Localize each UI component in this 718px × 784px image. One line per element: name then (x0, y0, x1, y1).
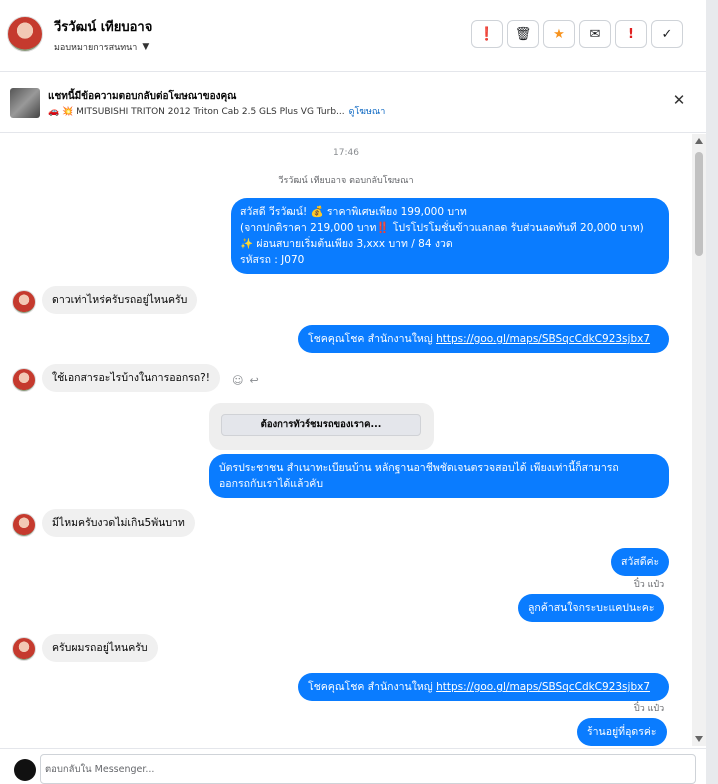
assign-label: มอบหมายการสนทนา (54, 43, 138, 53)
contact-avatar-small (12, 513, 36, 537)
trash-icon: 🗑 (514, 26, 532, 42)
sender-name: ปิ๋ว แป๋ว (634, 704, 665, 714)
docs-line: บัตรประชาชน สำเนาทะเบียนบ้าน หลักฐานอาชี… (219, 462, 619, 474)
assign-conversation-dropdown[interactable]: มอบหมายการสนทนา ▼ (54, 40, 149, 54)
incoming-message: ครับผมรถอยู่ไหนครับ (42, 634, 158, 662)
contact-avatar[interactable] (7, 16, 43, 52)
window-edge (706, 0, 718, 784)
promo-message: สวัสดี วีรวัฒน์! 💰 ราคาพิเศษเพียง 199,00… (231, 198, 669, 274)
message-thread: 17:46 วีรวัฒน์ เทียบอาจ ตอบกลับโฆษณา สวั… (0, 134, 692, 746)
reply-input[interactable] (41, 755, 695, 783)
outgoing-message: บัตรประชาชน สำเนาทะเบียนบ้าน หลักฐานอาชี… (209, 454, 669, 498)
quick-reply-button[interactable]: ต้องการทัวร์ชมรถของเราค... (221, 414, 421, 436)
incoming-message: ใช้เอกสารอะไรบ้างในการออกรถ?! (42, 364, 220, 392)
check-icon: ✓ (661, 26, 673, 42)
promo-line: ✨ ผ่อนสบายเริ่มต้นเพียง 3,xxx บาท / 84 ง… (240, 238, 453, 250)
timestamp: 17:46 (333, 148, 359, 158)
ad-reply-banner: แชทนี้มีข้อความตอบกลับต่อโฆษณาของคุณ 🚗 💥… (0, 73, 706, 133)
outgoing-location-message: โชคคุณโชค สำนักงานใหญ่ https://goo.gl/ma… (298, 673, 669, 701)
quick-reply-card: ต้องการทัวร์ชมรถของเราค... (209, 403, 434, 450)
mark-unread-button[interactable]: ✉ (579, 20, 611, 48)
message-actions: ☺ ↩ (232, 374, 259, 387)
mark-unread-icon: ✉ (589, 26, 601, 42)
mark-done-button[interactable]: ✓ (651, 20, 683, 48)
contact-avatar-small (12, 637, 36, 661)
docs-line: ออกรถกับเราได้แล้วคับ (219, 478, 324, 490)
alert-circle-icon: ❗ (478, 26, 496, 42)
close-icon[interactable]: ✕ (669, 90, 689, 110)
react-smile-icon[interactable]: ☺ (232, 374, 243, 387)
chat-scrollbar[interactable] (692, 134, 706, 746)
location-text: โชคคุณโชค สำนักงานใหญ่ (308, 333, 437, 345)
incoming-message: มีไหมครับงวดไม่เกิน5พันบาท (42, 509, 195, 537)
promo-line: รหัสรถ : J070 (240, 254, 305, 266)
promo-line: สวัสดี วีรวัฒน์! 💰 ราคาพิเศษเพียง 199,00… (240, 206, 467, 218)
star-icon: ★ (553, 26, 565, 42)
header-actions: ❗ 🗑 ★ ✉ ! ✓ (471, 20, 683, 48)
outgoing-message: ร้านอยู่ที่อุดรค่ะ (577, 718, 667, 746)
reply-icon[interactable]: ↩ (249, 374, 258, 387)
incoming-message: ดาวเท่าไหร่ครับรถอยู่ไหนครับ (42, 286, 198, 314)
delete-button[interactable]: 🗑 (507, 20, 539, 48)
view-ad-link[interactable]: ดูโฆษณา (349, 107, 386, 117)
outgoing-location-message: โชคคุณโชค สำนักงานใหญ่ https://goo.gl/ma… (298, 325, 669, 353)
promo-line: (จากปกติราคา 219,000 บาท‼️ โปรโปรโมชั่นข… (240, 222, 644, 234)
ad-reply-note: วีรวัฒน์ เทียบอาจ ตอบกลับโฆษณา (278, 176, 414, 186)
ad-banner-title: แชทนี้มีข้อความตอบกลับต่อโฆษณาของคุณ (48, 91, 237, 102)
maps-link[interactable]: https://goo.gl/maps/SBSqcCdkC923sjbx7 (436, 333, 650, 345)
scroll-thumb[interactable] (695, 152, 703, 256)
scroll-up-arrow-icon[interactable] (695, 138, 703, 144)
exclamation-icon: ! (628, 26, 634, 42)
composer (0, 748, 706, 784)
outgoing-message: ลูกค้าสนใจกระบะแคปนะคะ (518, 594, 665, 622)
scroll-down-arrow-icon[interactable] (695, 736, 703, 742)
reply-box (40, 754, 696, 784)
ad-text: 🚗 💥 MITSUBISHI TRITON 2012 Triton Cab 2.… (48, 107, 345, 117)
star-button[interactable]: ★ (543, 20, 575, 48)
contact-avatar-small (12, 290, 36, 314)
ad-description-line: 🚗 💥 MITSUBISHI TRITON 2012 Triton Cab 2.… (48, 104, 385, 118)
caret-down-icon: ▼ (142, 42, 150, 52)
alert-button[interactable]: ❗ (471, 20, 503, 48)
maps-link[interactable]: https://goo.gl/maps/SBSqcCdkC923sjbx7 (436, 681, 650, 693)
outgoing-message: สวัสดีค่ะ (611, 548, 670, 576)
page-avatar (14, 759, 36, 781)
sender-name: ปิ๋ว แป๋ว (634, 580, 665, 590)
follow-up-button[interactable]: ! (615, 20, 647, 48)
conversation-header: วีรวัฒน์ เทียบอาจ มอบหมายการสนทนา ▼ ❗ 🗑 … (0, 0, 706, 72)
contact-name[interactable]: วีรวัฒน์ เทียบอาจ (54, 16, 152, 37)
ad-thumbnail (10, 88, 40, 118)
contact-avatar-small (12, 368, 36, 392)
location-text: โชคคุณโชค สำนักงานใหญ่ (308, 681, 437, 693)
